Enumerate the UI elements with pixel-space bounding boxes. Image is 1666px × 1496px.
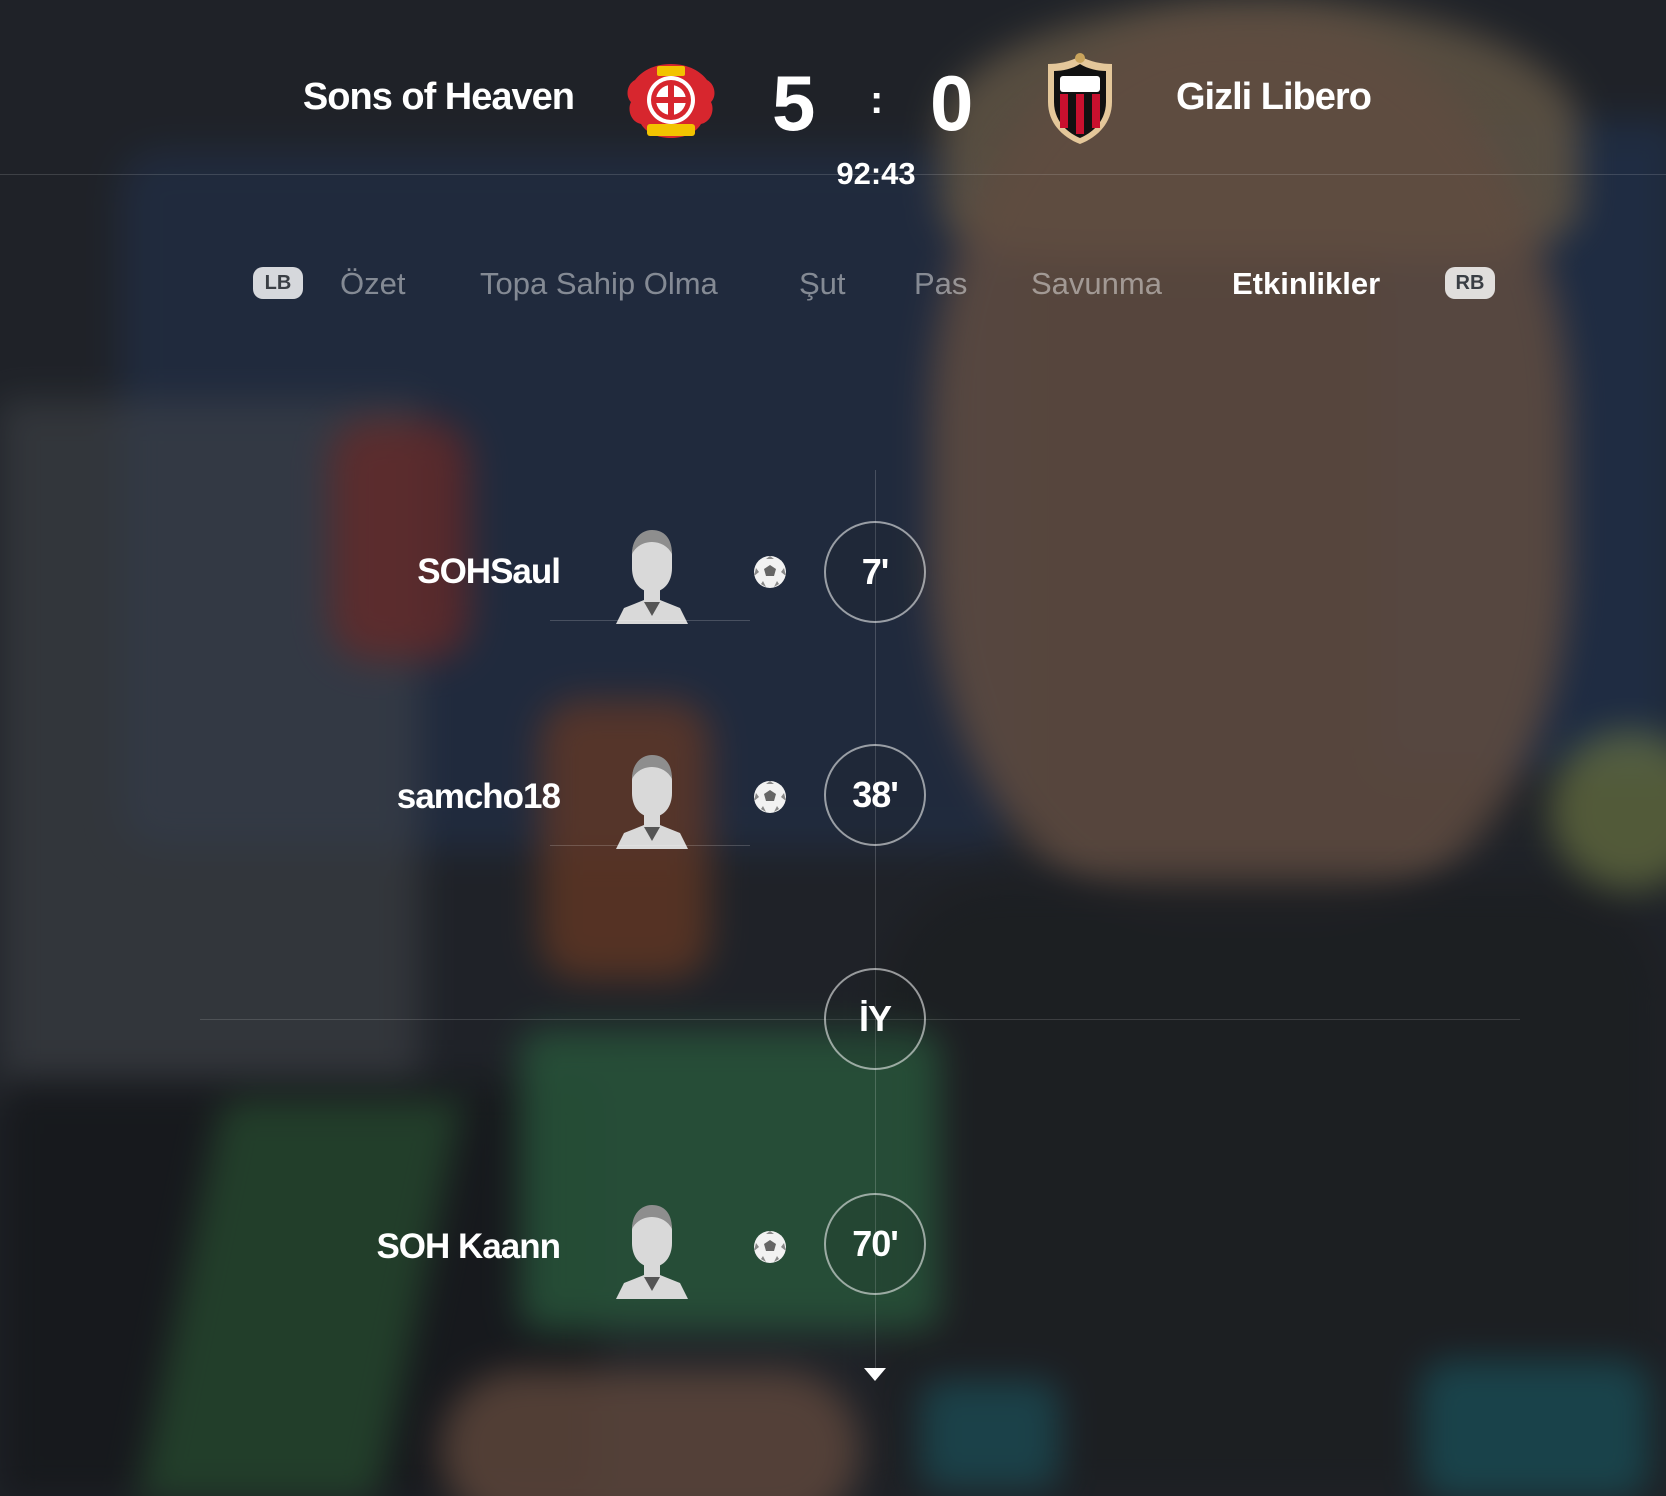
home-team-crest-icon — [627, 64, 715, 138]
tab-ozet[interactable]: Özet — [340, 266, 405, 302]
event-row-divider — [550, 620, 750, 621]
tab-pas[interactable]: Pas — [914, 266, 967, 302]
event-row-divider — [550, 845, 750, 846]
tab-sut[interactable]: Şut — [799, 266, 846, 302]
event-minute: 7' — [824, 521, 926, 623]
soccer-ball-icon — [754, 1231, 786, 1263]
event-minute: 38' — [824, 744, 926, 846]
halftime-marker: İY — [824, 968, 926, 1070]
player-avatar-icon — [616, 530, 688, 624]
event-player-name: SOHSaul — [417, 552, 561, 591]
stats-tab-bar: LB Özet Topa Sahip Olma Şut Pas Savunma … — [0, 262, 1666, 308]
event-minute: 70' — [824, 1193, 926, 1295]
event-row[interactable]: samcho18 38' — [0, 741, 1666, 851]
soccer-ball-icon — [754, 781, 786, 813]
tab-etkinlikler[interactable]: Etkinlikler — [1232, 266, 1380, 302]
lb-bumper-icon[interactable]: LB — [253, 267, 303, 299]
rb-bumper-icon[interactable]: RB — [1445, 267, 1495, 299]
away-team-crest-icon — [1048, 53, 1112, 144]
soccer-ball-icon — [754, 556, 786, 588]
event-player-name: SOH Kaann — [376, 1227, 561, 1266]
away-score: 0 — [930, 59, 974, 147]
event-player-name: samcho18 — [396, 777, 561, 816]
away-team-name: Gizli Libero — [1176, 76, 1372, 118]
player-avatar-icon — [616, 755, 688, 849]
event-row[interactable]: SOH Kaann 70' — [0, 1191, 1666, 1301]
tab-topa-sahip-olma[interactable]: Topa Sahip Olma — [480, 266, 718, 302]
home-team-name: Sons of Heaven — [302, 76, 575, 118]
tab-savunma[interactable]: Savunma — [1031, 266, 1162, 302]
player-avatar-icon — [616, 1205, 688, 1299]
score-separator: : — [870, 78, 884, 122]
scroll-down-arrow-icon[interactable] — [864, 1368, 886, 1381]
home-score: 5 — [772, 59, 816, 147]
match-clock: 92:43 — [836, 156, 916, 191]
event-row[interactable]: SOHSaul 7' — [0, 516, 1666, 626]
